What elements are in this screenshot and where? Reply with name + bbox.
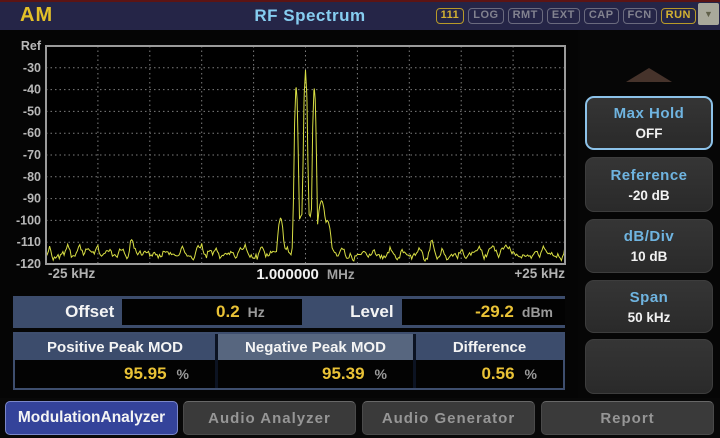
- y-axis-label: -100: [16, 213, 41, 227]
- positive-peak-mod-value: 95.95: [124, 364, 167, 383]
- status-badge-cap: CAP: [583, 8, 619, 24]
- offset-value: 0.2: [216, 302, 240, 321]
- x-axis-center-label: 1.000000 MHz: [46, 266, 565, 283]
- offset-unit: Hz: [247, 304, 265, 320]
- difference-cell: 0.56 %: [416, 360, 563, 388]
- tab-audio-analyzer[interactable]: Audio Analyzer: [183, 401, 356, 435]
- difference-value: 0.56: [481, 364, 515, 383]
- negative-peak-mod-unit: %: [374, 366, 387, 382]
- status-badge-log: LOG: [468, 8, 504, 24]
- bottom-tab-bar: ModulationAnalyzer Audio Analyzer Audio …: [0, 398, 720, 438]
- mod-table: Positive Peak MOD Negative Peak MOD Diff…: [13, 332, 565, 390]
- center-frequency-unit: MHz: [326, 267, 355, 282]
- status-badge-fcn: FCN: [622, 8, 657, 24]
- softkey-blank[interactable]: [585, 339, 713, 394]
- status-badges: 111 LOG RMT EXT CAP FCN RUN: [435, 2, 696, 30]
- y-axis-label: -40: [23, 83, 41, 97]
- tab-modulation-analyzer[interactable]: ModulationAnalyzer: [5, 401, 178, 435]
- level-label: Level: [350, 302, 394, 321]
- corner-dropdown-button[interactable]: ▼: [698, 3, 719, 25]
- softkey-db-div[interactable]: dB/Div 10 dB: [585, 219, 713, 273]
- y-axis-label: -90: [23, 192, 41, 206]
- status-badge-rmt: RMT: [507, 8, 543, 24]
- instrument-screen: AM RF Spectrum 111 LOG RMT EXT CAP FCN R…: [0, 0, 720, 438]
- y-axis-label: -60: [23, 126, 41, 140]
- softkey-value: OFF: [635, 126, 663, 141]
- level-value: -29.2: [475, 302, 514, 321]
- softkey-label: Max Hold: [613, 105, 685, 122]
- softkey-value: -20 dB: [628, 187, 670, 203]
- y-axis-ref-label: Ref: [21, 39, 42, 53]
- x-axis-right-label: +25 kHz: [514, 266, 565, 281]
- y-axis-label: -50: [23, 104, 41, 118]
- positive-peak-mod-cell: 95.95 %: [15, 360, 218, 388]
- x-axis-labels: -25 kHz 1.000000 MHz +25 kHz: [46, 266, 565, 284]
- mod-table-header-difference: Difference: [416, 334, 563, 360]
- status-badge-run: RUN: [660, 8, 696, 24]
- softkey-value: 50 kHz: [627, 309, 671, 325]
- spectrum-plot: Ref -30 -40 -50 -60 -70 -80 -90 -100 -110 -120: [16, 39, 566, 271]
- scroll-up-arrow[interactable]: [578, 68, 720, 82]
- title-bar: AM RF Spectrum 111 LOG RMT EXT CAP FCN R…: [0, 2, 720, 30]
- offset-level-bar: Offset 0.2 Hz Level -29.2 dBm: [13, 296, 566, 328]
- y-axis-label: -120: [16, 257, 41, 271]
- triangle-up-icon: [626, 68, 672, 82]
- softkey-reference[interactable]: Reference -20 dB: [585, 157, 713, 212]
- positive-peak-mod-unit: %: [176, 366, 189, 382]
- negative-peak-mod-value: 95.39: [322, 364, 365, 383]
- difference-unit: %: [524, 366, 537, 382]
- chevron-down-icon: ▼: [704, 8, 713, 19]
- y-axis-label: -70: [23, 148, 41, 162]
- y-axis-label: -110: [17, 235, 41, 249]
- tab-report[interactable]: Report: [541, 401, 714, 435]
- y-axis-label: -80: [23, 170, 41, 184]
- status-badge-ext: EXT: [546, 8, 580, 24]
- softkey-label: dB/Div: [623, 228, 675, 245]
- tab-audio-generator[interactable]: Audio Generator: [362, 401, 535, 435]
- softkey-sidebar: Max Hold OFF Reference -20 dB dB/Div 10 …: [578, 30, 720, 415]
- softkey-span[interactable]: Span 50 kHz: [585, 280, 713, 333]
- center-frequency-value: 1.000000: [256, 266, 319, 283]
- negative-peak-mod-cell: 95.39 %: [218, 360, 416, 388]
- mod-table-value-row: 95.95 % 95.39 % 0.56 %: [15, 360, 563, 388]
- level-unit: dBm: [521, 304, 554, 320]
- softkey-value: 10 dB: [630, 249, 668, 264]
- mod-table-header-positive: Positive Peak MOD: [15, 334, 218, 360]
- softkey-label: Reference: [610, 166, 688, 184]
- y-axis-label: -30: [23, 61, 41, 75]
- level-value-box: -29.2 dBm: [401, 299, 566, 325]
- status-badge-111: 111: [435, 8, 465, 24]
- mod-table-header-negative: Negative Peak MOD: [218, 334, 416, 360]
- offset-label: Offset: [65, 302, 115, 321]
- offset-value-box: 0.2 Hz: [122, 299, 302, 325]
- softkey-label: Span: [629, 288, 669, 306]
- softkey-max-hold[interactable]: Max Hold OFF: [585, 96, 713, 150]
- mod-table-header-row: Positive Peak MOD Negative Peak MOD Diff…: [15, 334, 563, 360]
